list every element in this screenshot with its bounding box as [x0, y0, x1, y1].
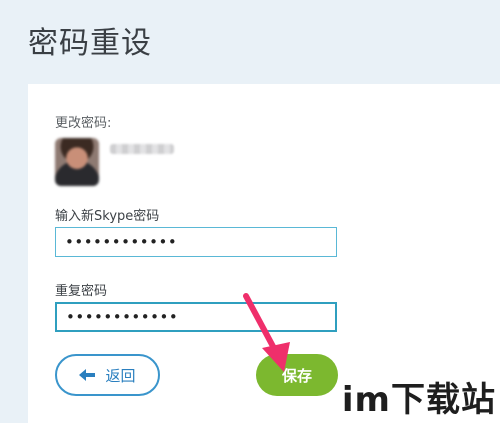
- new-password-input[interactable]: [56, 228, 336, 256]
- arrow-left-icon: [79, 369, 96, 381]
- confirm-password-field[interactable]: [55, 302, 337, 332]
- watermark: im下载站: [341, 380, 496, 420]
- new-password-label: 输入新Skype密码: [55, 209, 160, 224]
- new-password-field[interactable]: [55, 227, 337, 257]
- section-label: 更改密码:: [55, 116, 112, 131]
- back-button[interactable]: 返回: [55, 354, 160, 396]
- back-button-label: 返回: [105, 366, 136, 385]
- confirm-password-label: 重复密码: [55, 284, 108, 299]
- avatar: [55, 138, 99, 186]
- save-button-label: 保存: [281, 366, 312, 385]
- page-title: 密码重设: [28, 26, 152, 61]
- confirm-password-input[interactable]: [57, 304, 335, 330]
- save-button[interactable]: 保存: [256, 354, 338, 396]
- blurred-username: [110, 144, 174, 154]
